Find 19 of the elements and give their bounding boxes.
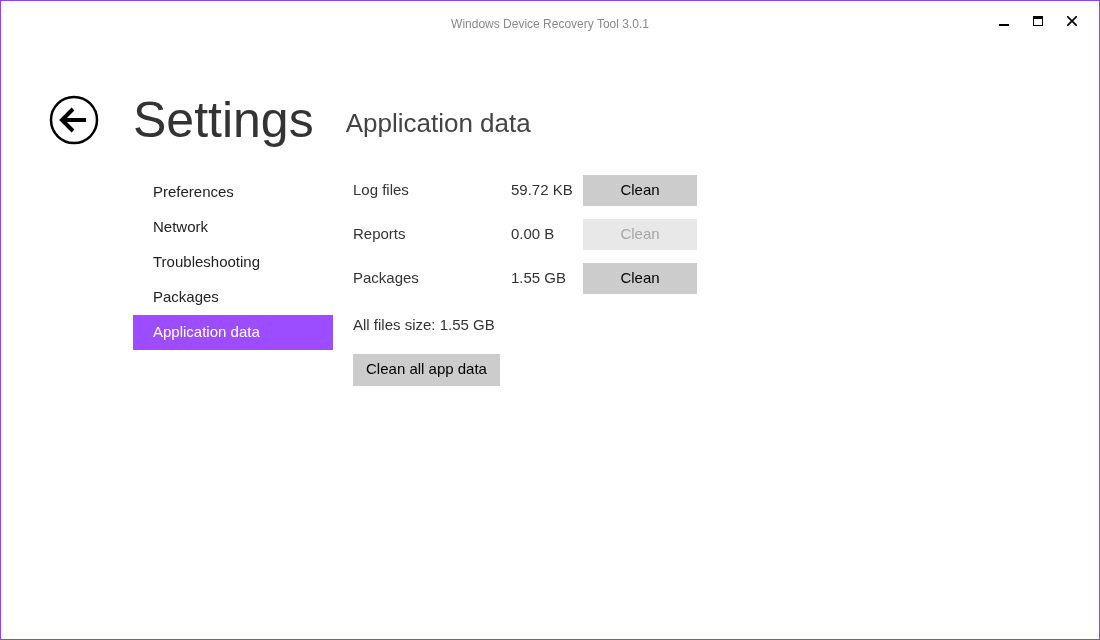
sidebar-item[interactable]: Preferences [133, 175, 333, 210]
sidebar-item[interactable]: Packages [133, 280, 333, 315]
size-value: 0.00 B [511, 224, 556, 245]
section-title: Application data [345, 110, 531, 136]
size-value: 1.55 GB [511, 268, 568, 289]
size-value: 59.72 KB [511, 180, 574, 201]
sidebar-item[interactable]: Troubleshooting [133, 245, 333, 280]
row-label: Log files [353, 180, 410, 201]
clean-button[interactable]: Clean [583, 263, 697, 294]
back-button[interactable] [49, 95, 99, 145]
clean-all-button[interactable]: Clean all app data [353, 353, 500, 386]
row-label: Reports [353, 224, 407, 245]
total-size-text: All files size: 1.55 GB [353, 315, 496, 335]
clean-button[interactable]: Clean [583, 175, 697, 206]
page-title: Settings [133, 95, 314, 145]
sidebar-item[interactable]: Network [133, 210, 333, 245]
window-title: Windows Device Recovery Tool 3.0.1 [450, 16, 650, 33]
row-label: Packages [353, 268, 420, 289]
sidebar-item[interactable]: Application data [133, 315, 333, 350]
